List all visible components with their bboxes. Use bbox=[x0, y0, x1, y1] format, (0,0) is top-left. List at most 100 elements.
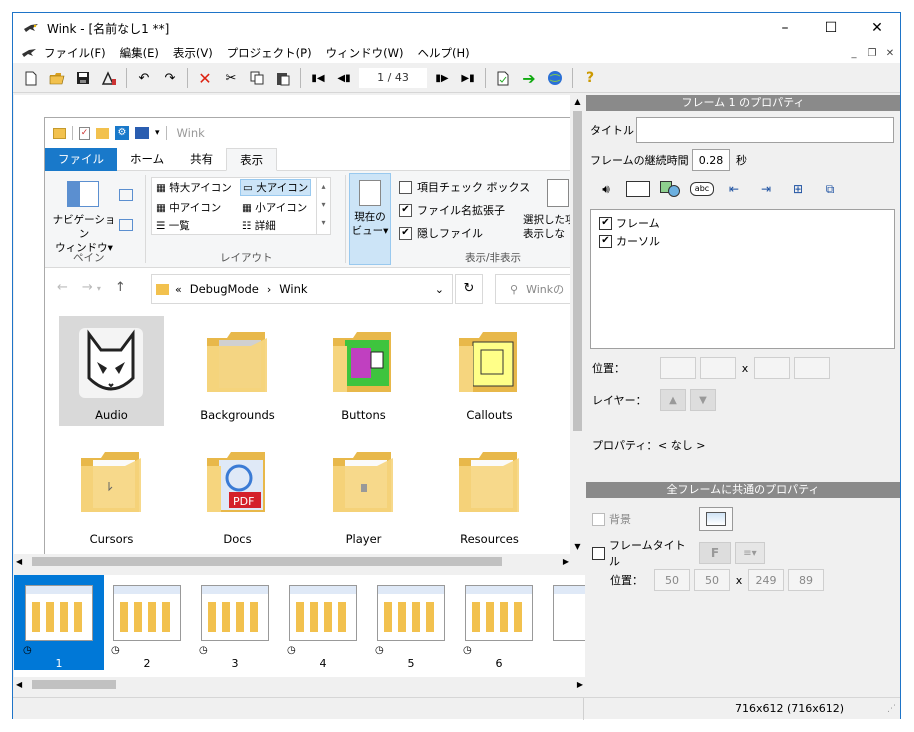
shape-icon[interactable] bbox=[658, 181, 682, 197]
open-icon[interactable] bbox=[44, 66, 70, 90]
web-icon[interactable] bbox=[542, 66, 568, 90]
thumb-scroll-left-icon[interactable]: ◀ bbox=[16, 677, 22, 692]
title-label: タイトル bbox=[590, 124, 634, 137]
scroll-left-icon[interactable]: ◀ bbox=[16, 554, 22, 569]
canvas-hscroll-thumb[interactable] bbox=[32, 557, 502, 566]
thumb-scroll-thumb[interactable] bbox=[32, 680, 116, 689]
menu-project[interactable]: プロジェクト(P) bbox=[220, 45, 319, 61]
menu-window[interactable]: ウィンドウ(W) bbox=[319, 45, 411, 61]
font-button[interactable]: F bbox=[699, 542, 731, 564]
frame-canvas[interactable]: ✓ ⚙ ▾ Wink ファイル ホーム 共有 表示 ナビゲーション ウィンドウ▾… bbox=[14, 95, 571, 554]
menu-help[interactable]: ヘルプ(H) bbox=[410, 45, 476, 61]
background-checkbox[interactable] bbox=[592, 512, 605, 526]
layer-frame-item[interactable]: ✔ フレーム bbox=[599, 215, 660, 231]
folder-docs-icon: PDF bbox=[205, 448, 269, 518]
undo-icon[interactable]: ↶ bbox=[131, 66, 157, 90]
next-frame-icon[interactable]: ▮▶ bbox=[429, 66, 455, 90]
search-box: ⚲ Winkの bbox=[495, 274, 571, 304]
mdi-restore-button[interactable]: ❐ bbox=[863, 46, 881, 61]
first-frame-icon[interactable]: ▮◀ bbox=[305, 66, 331, 90]
layout-list: ☰ 一覧 bbox=[156, 220, 190, 232]
thumbnail-frame-4[interactable]: ◷ 4 bbox=[287, 585, 359, 670]
prev-frame-icon[interactable]: ◀▮ bbox=[331, 66, 357, 90]
redo-icon[interactable]: ↷ bbox=[157, 66, 183, 90]
layer-up-button[interactable]: ▲ bbox=[660, 389, 686, 411]
scroll-down-icon[interactable]: ▼ bbox=[570, 540, 585, 554]
size-w-input[interactable] bbox=[754, 357, 790, 379]
wink-app-icon bbox=[23, 20, 39, 36]
copy-icon[interactable] bbox=[244, 66, 270, 90]
mdi-minimize-button[interactable]: _ bbox=[845, 46, 863, 61]
delete-icon[interactable]: ✕ bbox=[192, 66, 218, 90]
frame-title-checkbox[interactable] bbox=[592, 546, 605, 560]
menu-view[interactable]: 表示(V) bbox=[166, 45, 220, 61]
thumbnail-frame-3[interactable]: ◷ 3 bbox=[199, 585, 271, 670]
address-bar: « DebugMode › Wink ⌄ bbox=[151, 274, 453, 304]
position-label: 位置： bbox=[592, 362, 625, 375]
title-input[interactable] bbox=[636, 117, 894, 143]
last-frame-icon[interactable]: ▶▮ bbox=[455, 66, 481, 90]
layer-frame-checkbox[interactable]: ✔ bbox=[599, 216, 612, 230]
folder-docs: PDF Docs bbox=[185, 436, 290, 546]
button-right-icon[interactable]: ⇥ bbox=[754, 182, 778, 196]
menu-file[interactable]: ファイル(F) bbox=[37, 45, 113, 61]
thumbnail-frame-6[interactable]: ◷ 6 bbox=[463, 585, 535, 670]
image-icon[interactable] bbox=[626, 181, 650, 197]
align-dropdown[interactable]: ≡▾ bbox=[735, 542, 765, 564]
common-x-input[interactable]: 50 bbox=[654, 569, 690, 591]
render-icon[interactable] bbox=[490, 66, 516, 90]
resize-grip-icon[interactable]: ⋰ bbox=[887, 704, 896, 714]
group-icon[interactable]: ⧉ bbox=[818, 182, 842, 197]
properties-icon[interactable] bbox=[96, 66, 122, 90]
position-y-input[interactable] bbox=[700, 357, 736, 379]
layer-cursor-item[interactable]: ✔ カーソル bbox=[599, 233, 660, 249]
position-x-input[interactable] bbox=[660, 357, 696, 379]
thumbnail-scrollbar[interactable]: ◀ ▶ bbox=[14, 677, 585, 692]
minimize-button[interactable]: – bbox=[762, 13, 808, 43]
canvas-vertical-scrollbar[interactable]: ▲ ▼ bbox=[570, 95, 585, 554]
powershell-icon bbox=[135, 127, 149, 139]
maximize-button[interactable]: ☐ bbox=[808, 13, 854, 43]
app-window: Wink - [名前なし1 **] – ☐ ✕ ファイル(F) 編集(E) 表示… bbox=[12, 12, 901, 720]
scroll-up-icon[interactable]: ▲ bbox=[570, 95, 585, 109]
thumbnail-frame-2[interactable]: ◷ 2 bbox=[111, 585, 183, 670]
page-indicator[interactable]: 1 / 43 bbox=[359, 68, 427, 88]
new-icon[interactable] bbox=[18, 66, 44, 90]
status-size: 716x612 (716x612) bbox=[735, 702, 845, 715]
cut-icon[interactable]: ✂ bbox=[218, 66, 244, 90]
sound-icon[interactable]: 🔊︎ bbox=[594, 182, 618, 197]
thumbnail-frame-5[interactable]: ◷ 5 bbox=[375, 585, 447, 670]
scroll-right-icon[interactable]: ▶ bbox=[563, 554, 569, 569]
text-callout-icon[interactable]: abc bbox=[690, 182, 714, 196]
common-y-input[interactable]: 50 bbox=[694, 569, 730, 591]
menu-edit[interactable]: 編集(E) bbox=[113, 45, 166, 61]
duration-input[interactable]: 0.28 bbox=[692, 149, 730, 171]
thumb-scroll-right-icon[interactable]: ▶ bbox=[577, 677, 583, 692]
layer-cursor-checkbox[interactable]: ✔ bbox=[599, 234, 612, 248]
export-arrow-icon[interactable]: ➔ bbox=[516, 66, 542, 90]
common-width-input[interactable]: 249 bbox=[748, 569, 784, 591]
thumbnail-frame-1[interactable]: ◷ 1 bbox=[23, 585, 95, 670]
hidden-files-option: ✔ 隠しファイル bbox=[399, 225, 483, 241]
thumbnail-frame-partial[interactable] bbox=[551, 585, 585, 670]
svg-text:PDF: PDF bbox=[233, 495, 254, 508]
background-image-button[interactable] bbox=[699, 507, 733, 531]
ribbon-tab-share: 共有 bbox=[190, 151, 214, 166]
mdi-close-button[interactable]: ✕ bbox=[881, 46, 899, 61]
button-left-icon[interactable]: ⇤ bbox=[722, 182, 746, 196]
folder-audio: Audio bbox=[59, 316, 164, 426]
group-show-hide-label: 表示/非表示 bbox=[465, 252, 522, 264]
web-button-icon[interactable]: ⊞ bbox=[786, 182, 810, 196]
current-view-icon bbox=[359, 180, 381, 206]
paste-icon[interactable] bbox=[270, 66, 296, 90]
canvas-vscroll-thumb[interactable] bbox=[573, 111, 582, 431]
close-button[interactable]: ✕ bbox=[854, 13, 900, 43]
size-h-input[interactable] bbox=[794, 357, 830, 379]
help-icon[interactable]: ? bbox=[577, 66, 603, 90]
layer-down-button[interactable]: ▼ bbox=[690, 389, 716, 411]
common-height-input[interactable]: 89 bbox=[788, 569, 824, 591]
save-icon[interactable] bbox=[70, 66, 96, 90]
hide-selected-label: 選択した項 表示しな bbox=[523, 214, 571, 240]
canvas-horizontal-scrollbar[interactable]: ◀ ▶ bbox=[14, 554, 571, 569]
layer-list[interactable]: ✔ フレーム ✔ カーソル bbox=[590, 209, 895, 349]
